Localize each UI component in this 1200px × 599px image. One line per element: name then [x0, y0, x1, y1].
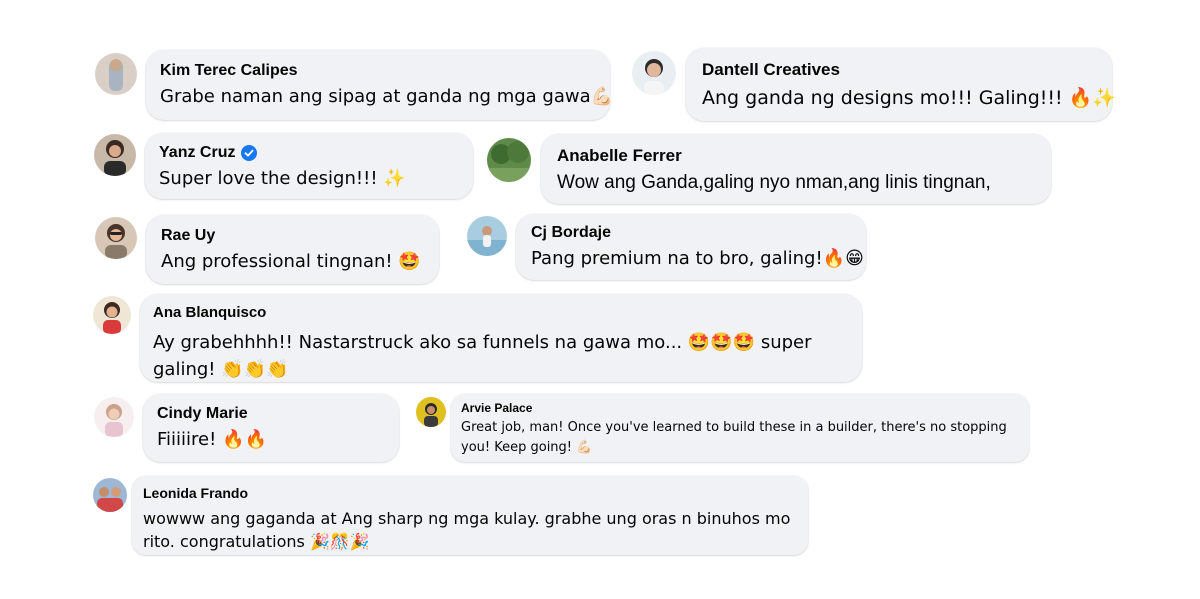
commenter-name[interactable]: Yanz Cruz	[159, 144, 459, 162]
comment-text: Pang premium na to bro, galing!🔥😁	[531, 248, 864, 269]
commenter-name[interactable]: Dantell Creatives	[702, 60, 1096, 80]
commenter-name-text[interactable]: Leonida Frando	[143, 485, 248, 501]
commenter-name-text[interactable]: Dantell Creatives	[702, 60, 840, 80]
commenter-name-text[interactable]: Cj Bordaje	[531, 224, 611, 242]
comment-text: Great job, man! Once you've learned to b…	[461, 420, 1007, 455]
commenter-name[interactable]: Leonida Frando	[143, 485, 797, 501]
commenter-name-text[interactable]: Ana Blanquisco	[153, 304, 266, 321]
comment-text: Fiiiiire! 🔥🔥	[157, 429, 267, 450]
commenter-name[interactable]: Arvie Palace	[461, 401, 1019, 415]
avatar[interactable]	[416, 397, 446, 427]
comment-bubble: Anabelle Ferrer Wow ang Ganda,galing nyo…	[541, 134, 1051, 204]
commenter-name-text[interactable]: Kim Terec Calipes	[160, 62, 298, 80]
avatar[interactable]	[487, 138, 531, 182]
commenter-name-text[interactable]: Yanz Cruz	[159, 144, 235, 162]
avatar[interactable]	[95, 217, 137, 259]
commenter-name[interactable]: Cj Bordaje	[531, 224, 851, 242]
comment-text: Wow ang Ganda,galing nyo nman,ang linis …	[557, 172, 991, 193]
comment-text: Grabe naman ang sipag at ganda ng mga ga…	[160, 86, 614, 107]
avatar[interactable]	[93, 478, 127, 512]
comment-bubble: Ana Blanquisco Ay grabehhhh!! Nastarstru…	[140, 294, 862, 382]
comment-bubble: Cj Bordaje Pang premium na to bro, galin…	[516, 214, 866, 280]
commenter-name[interactable]: Kim Terec Calipes	[160, 62, 596, 80]
avatar[interactable]	[632, 51, 676, 95]
commenter-name-text[interactable]: Cindy Marie	[157, 405, 248, 423]
comment-text: wowww ang gaganda at Ang sharp ng mga ku…	[143, 509, 791, 551]
comment-bubble: Rae Uy Ang professional tingnan! 🤩	[146, 215, 439, 284]
avatar[interactable]	[95, 53, 137, 95]
comment-text: Ang professional tingnan! 🤩	[161, 251, 421, 272]
commenter-name[interactable]: Ana Blanquisco	[153, 304, 849, 321]
avatar[interactable]	[94, 397, 134, 437]
verified-badge-icon	[241, 145, 258, 161]
comment-bubble: Leonida Frando wowww ang gaganda at Ang …	[132, 476, 808, 555]
comment-bubble: Dantell Creatives Ang ganda ng designs m…	[686, 48, 1116, 121]
comment-bubble: Cindy Marie Fiiiiire! 🔥🔥	[143, 394, 399, 462]
commenter-name[interactable]: Anabelle Ferrer	[557, 146, 1035, 166]
commenter-name[interactable]: Rae Uy	[161, 227, 424, 245]
comments-screenshot: { "comments": [ {"name":"Kim Terec Calip…	[0, 0, 1200, 599]
comment-bubble: Yanz Cruz Super love the design!!! ✨	[145, 133, 473, 199]
commenter-name[interactable]: Cindy Marie	[157, 405, 385, 423]
comment-text: Ay grabehhhh!! Nastarstruck ako sa funne…	[153, 332, 812, 380]
commenter-name-text[interactable]: Arvie Palace	[461, 401, 532, 415]
comment-text: Super love the design!!! ✨	[159, 168, 406, 189]
comment-bubble: Kim Terec Calipes Grabe naman ang sipag …	[146, 50, 614, 120]
avatar[interactable]	[94, 134, 136, 176]
avatar[interactable]	[93, 296, 131, 334]
comment-text: Ang ganda ng designs mo!!! Galing!!! 🔥✨	[702, 87, 1116, 109]
avatar[interactable]	[467, 216, 507, 256]
commenter-name-text[interactable]: Anabelle Ferrer	[557, 146, 682, 166]
commenter-name-text[interactable]: Rae Uy	[161, 227, 215, 245]
comment-bubble: Arvie Palace Great job, man! Once you've…	[451, 394, 1029, 462]
